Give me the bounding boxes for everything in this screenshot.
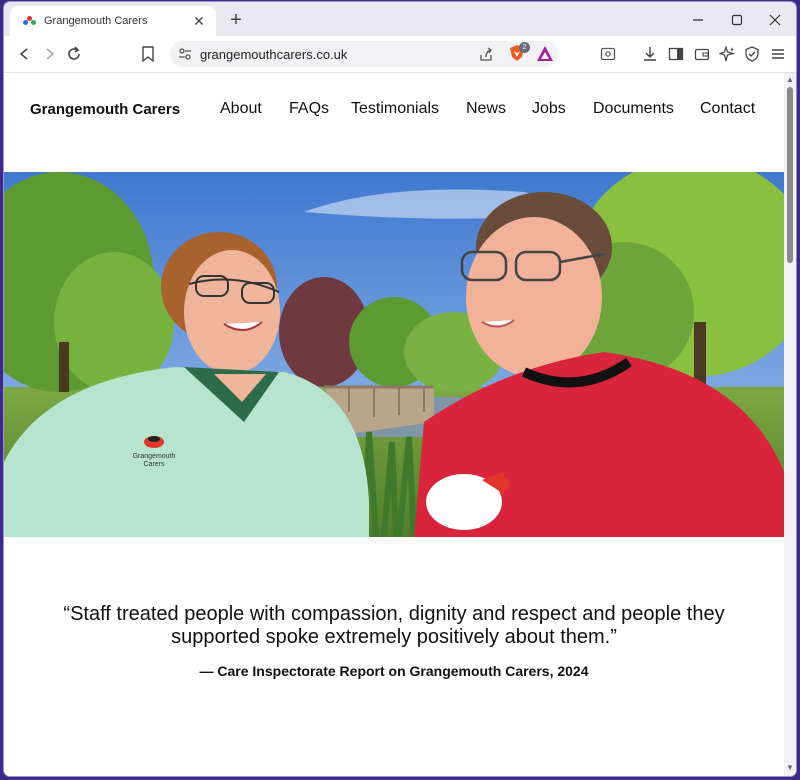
uniform-logo-text-2: Carers (143, 461, 165, 468)
tab-strip: Grangemouth Carers ✕ + (4, 2, 796, 36)
wallet-icon (694, 48, 710, 61)
maximize-icon (731, 14, 743, 26)
shield-count-badge: 2 (519, 42, 530, 53)
browser-tab[interactable]: Grangemouth Carers ✕ (10, 6, 216, 36)
scroll-up-icon[interactable]: ▲ (786, 75, 794, 84)
leo-ai-button[interactable] (715, 42, 739, 66)
nav-news[interactable]: News (466, 100, 506, 118)
nav-documents[interactable]: Documents (593, 100, 674, 118)
close-icon (769, 14, 781, 26)
uniform-logo-text: Grangemouth (133, 453, 176, 460)
reload-icon (68, 46, 80, 60)
sidebar-icon (668, 47, 684, 61)
hamburger-menu-icon (772, 49, 784, 59)
nav-testimonials[interactable]: Testimonials (351, 100, 439, 118)
minimize-icon (693, 19, 703, 21)
nav-faqs[interactable]: FAQs (289, 100, 329, 118)
nav-jobs[interactable]: Jobs (532, 100, 566, 118)
testimonial-quote: “Staff treated people with compassion, d… (4, 603, 784, 649)
web-page: Grangemouth Carers About FAQs Testimonia… (4, 73, 784, 776)
testimonial-attribution: — Care Inspectorate Report on Grangemout… (199, 663, 589, 679)
vpn-button[interactable] (740, 42, 764, 66)
reader-mode-icon (600, 47, 616, 61)
page-scrollbar[interactable]: ▲ ▼ (784, 73, 796, 776)
nav-contact[interactable]: Contact (700, 100, 755, 118)
brave-rewards-icon[interactable] (536, 45, 554, 63)
download-icon (644, 47, 656, 61)
back-arrow-icon (19, 48, 28, 60)
bookmark-button[interactable] (136, 42, 160, 66)
minimize-button[interactable] (684, 8, 712, 32)
main-menu-button[interactable] (766, 42, 790, 66)
close-window-button[interactable] (761, 8, 789, 32)
wallet-button[interactable] (690, 42, 714, 66)
quote-line-1: “Staff treated people with compassion, d… (63, 603, 725, 625)
site-favicon-icon (22, 14, 36, 28)
brave-shields-button[interactable]: 2 (508, 42, 530, 64)
sidebar-button[interactable] (664, 42, 688, 66)
browser-window: Grangemouth Carers ✕ + grangemouthcarers… (4, 2, 796, 776)
quote-line-2: supported spoke extremely positively abo… (171, 626, 617, 648)
reload-button[interactable] (62, 42, 86, 66)
site-brand[interactable]: Grangemouth Carers (30, 101, 180, 118)
site-settings-icon[interactable] (178, 47, 192, 61)
scrollbar-thumb[interactable] (787, 87, 793, 263)
nav-about[interactable]: About (220, 100, 262, 118)
back-button[interactable] (12, 42, 36, 66)
scroll-down-icon[interactable]: ▼ (786, 763, 794, 772)
downloads-button[interactable] (638, 42, 662, 66)
maximize-button[interactable] (723, 8, 751, 32)
new-tab-button[interactable]: + (224, 8, 248, 32)
tab-close-icon[interactable]: ✕ (190, 13, 208, 30)
vpn-shield-icon (745, 46, 759, 62)
bookmark-icon (142, 46, 154, 62)
address-bar[interactable]: grangemouthcarers.co.uk 2 (170, 41, 558, 67)
tab-title: Grangemouth Carers (44, 15, 148, 27)
forward-button[interactable] (38, 42, 62, 66)
browser-toolbar: grangemouthcarers.co.uk 2 (4, 36, 796, 73)
url-text[interactable]: grangemouthcarers.co.uk (200, 47, 347, 62)
share-icon[interactable] (478, 46, 494, 62)
forward-arrow-icon (46, 48, 55, 60)
reader-mode-button[interactable] (596, 42, 620, 66)
sparkle-icon (719, 46, 735, 62)
hero-photo: Grangemouth Carers (4, 172, 784, 537)
